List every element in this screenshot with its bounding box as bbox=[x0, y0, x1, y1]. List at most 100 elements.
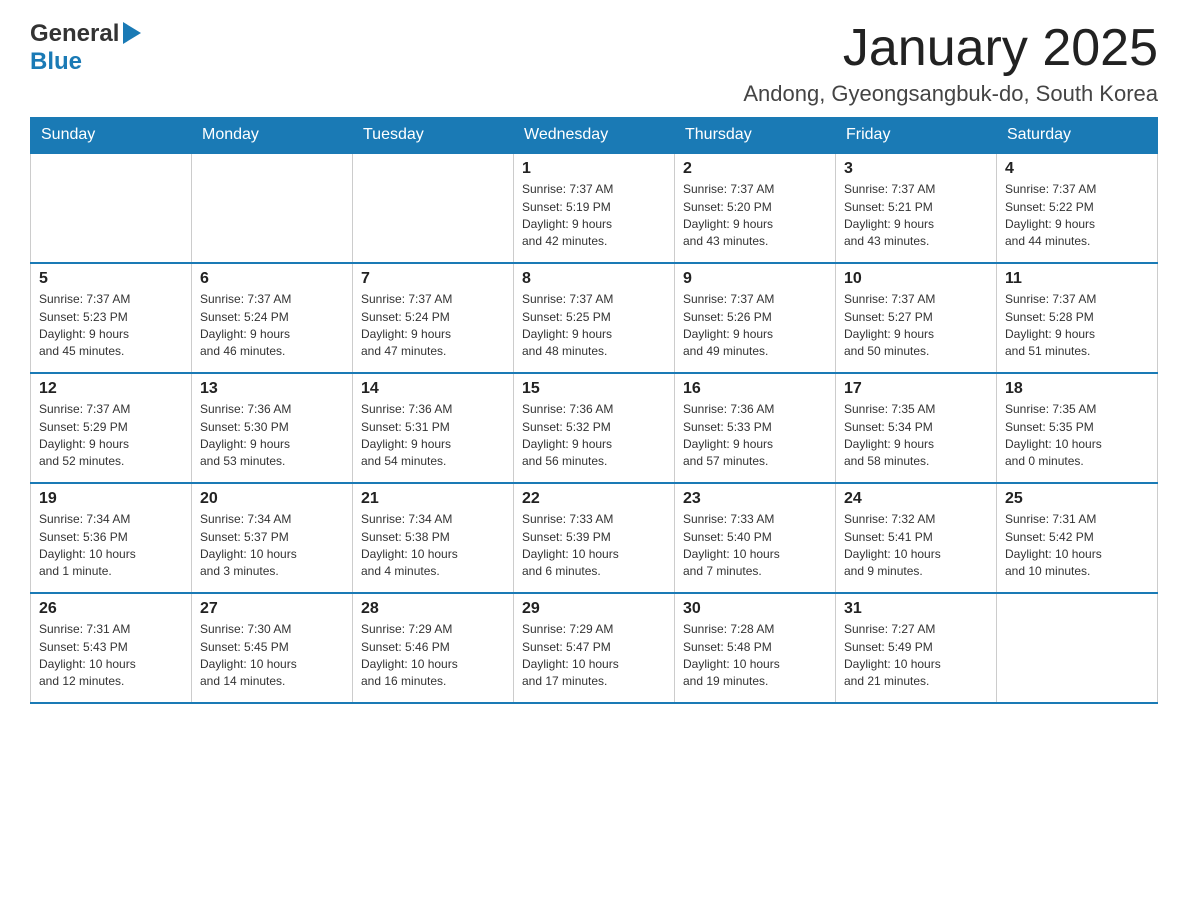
day-info: Sunrise: 7:34 AM Sunset: 5:36 PM Dayligh… bbox=[39, 511, 183, 581]
day-info: Sunrise: 7:34 AM Sunset: 5:37 PM Dayligh… bbox=[200, 511, 344, 581]
day-number: 16 bbox=[683, 380, 827, 398]
day-of-week-header: Sunday bbox=[31, 118, 192, 154]
title-section: January 2025 Andong, Gyeongsangbuk-do, S… bbox=[743, 20, 1158, 107]
day-info: Sunrise: 7:36 AM Sunset: 5:30 PM Dayligh… bbox=[200, 401, 344, 471]
calendar-table: SundayMondayTuesdayWednesdayThursdayFrid… bbox=[30, 117, 1158, 704]
day-number: 27 bbox=[200, 600, 344, 618]
logo-text-general: General bbox=[30, 20, 119, 48]
day-info: Sunrise: 7:30 AM Sunset: 5:45 PM Dayligh… bbox=[200, 621, 344, 691]
day-number: 30 bbox=[683, 600, 827, 618]
day-info: Sunrise: 7:36 AM Sunset: 5:33 PM Dayligh… bbox=[683, 401, 827, 471]
calendar-day-cell: 10 Sunrise: 7:37 AM Sunset: 5:27 PM Dayli… bbox=[836, 263, 997, 373]
calendar-week-row: 12Sunrise: 7:37 AM Sunset: 5:29 PM Dayli… bbox=[31, 373, 1158, 483]
day-info: Sunrise: 7:35 AM Sunset: 5:34 PM Dayligh… bbox=[844, 401, 988, 471]
day-number: 28 bbox=[361, 600, 505, 618]
day-info: Sunrise: 7:33 AM Sunset: 5:39 PM Dayligh… bbox=[522, 511, 666, 581]
day-number: 15 bbox=[522, 380, 666, 398]
day-info: Sunrise: 7:31 AM Sunset: 5:43 PM Dayligh… bbox=[39, 621, 183, 691]
day-number: 19 bbox=[39, 490, 183, 508]
day-info: Sunrise: 7:37 AM Sunset: 5:27 PM Dayligh… bbox=[844, 291, 988, 361]
day-number: 7 bbox=[361, 270, 505, 288]
day-number: 6 bbox=[200, 270, 344, 288]
day-info: Sunrise: 7:31 AM Sunset: 5:42 PM Dayligh… bbox=[1005, 511, 1149, 581]
calendar-day-cell: 2 Sunrise: 7:37 AM Sunset: 5:20 PM Daylig… bbox=[675, 153, 836, 263]
day-number: 29 bbox=[522, 600, 666, 618]
day-info: Sunrise: 7:33 AM Sunset: 5:40 PM Dayligh… bbox=[683, 511, 827, 581]
calendar-day-cell: 26 Sunrise: 7:31 AM Sunset: 5:43 PM Dayli… bbox=[31, 593, 192, 703]
day-number: 26 bbox=[39, 600, 183, 618]
day-of-week-header: Thursday bbox=[675, 118, 836, 154]
logo: General Blue bbox=[30, 20, 141, 76]
day-number: 8 bbox=[522, 270, 666, 288]
day-number: 13 bbox=[200, 380, 344, 398]
calendar-day-cell: 11Sunrise: 7:37 AM Sunset: 5:28 PM Dayli… bbox=[997, 263, 1158, 373]
day-info: Sunrise: 7:37 AM Sunset: 5:19 PM Dayligh… bbox=[522, 181, 666, 251]
calendar-day-cell: 18Sunrise: 7:35 AM Sunset: 5:35 PM Dayli… bbox=[997, 373, 1158, 483]
day-info: Sunrise: 7:37 AM Sunset: 5:29 PM Dayligh… bbox=[39, 401, 183, 471]
day-number: 22 bbox=[522, 490, 666, 508]
calendar-day-cell: 14 Sunrise: 7:36 AM Sunset: 5:31 PM Dayli… bbox=[353, 373, 514, 483]
calendar-day-cell: 29Sunrise: 7:29 AM Sunset: 5:47 PM Dayli… bbox=[514, 593, 675, 703]
calendar-day-cell bbox=[31, 153, 192, 263]
day-number: 31 bbox=[844, 600, 988, 618]
page-header: General Blue January 2025 Andong, Gyeong… bbox=[30, 20, 1158, 107]
calendar-day-cell: 15 Sunrise: 7:36 AM Sunset: 5:32 PM Dayli… bbox=[514, 373, 675, 483]
day-number: 5 bbox=[39, 270, 183, 288]
day-of-week-header: Wednesday bbox=[514, 118, 675, 154]
day-number: 17 bbox=[844, 380, 988, 398]
day-number: 14 bbox=[361, 380, 505, 398]
day-info: Sunrise: 7:37 AM Sunset: 5:20 PM Dayligh… bbox=[683, 181, 827, 251]
calendar-day-cell: 20Sunrise: 7:34 AM Sunset: 5:37 PM Dayli… bbox=[192, 483, 353, 593]
calendar-day-cell: 31Sunrise: 7:27 AM Sunset: 5:49 PM Dayli… bbox=[836, 593, 997, 703]
day-of-week-header: Saturday bbox=[997, 118, 1158, 154]
calendar-header-row: SundayMondayTuesdayWednesdayThursdayFrid… bbox=[31, 118, 1158, 154]
calendar-day-cell: 13 Sunrise: 7:36 AM Sunset: 5:30 PM Dayli… bbox=[192, 373, 353, 483]
calendar-day-cell: 16 Sunrise: 7:36 AM Sunset: 5:33 PM Dayli… bbox=[675, 373, 836, 483]
day-number: 25 bbox=[1005, 490, 1149, 508]
day-info: Sunrise: 7:37 AM Sunset: 5:22 PM Dayligh… bbox=[1005, 181, 1149, 251]
calendar-day-cell bbox=[997, 593, 1158, 703]
logo-text-blue: Blue bbox=[30, 48, 82, 75]
day-number: 21 bbox=[361, 490, 505, 508]
day-info: Sunrise: 7:37 AM Sunset: 5:21 PM Dayligh… bbox=[844, 181, 988, 251]
day-number: 9 bbox=[683, 270, 827, 288]
day-number: 23 bbox=[683, 490, 827, 508]
calendar-day-cell: 9 Sunrise: 7:37 AM Sunset: 5:26 PM Daylig… bbox=[675, 263, 836, 373]
day-number: 10 bbox=[844, 270, 988, 288]
day-info: Sunrise: 7:37 AM Sunset: 5:28 PM Dayligh… bbox=[1005, 291, 1149, 361]
calendar-week-row: 5 Sunrise: 7:37 AM Sunset: 5:23 PM Daylig… bbox=[31, 263, 1158, 373]
calendar-week-row: 26 Sunrise: 7:31 AM Sunset: 5:43 PM Dayli… bbox=[31, 593, 1158, 703]
day-number: 1 bbox=[522, 160, 666, 178]
day-number: 24 bbox=[844, 490, 988, 508]
calendar-day-cell: 27 Sunrise: 7:30 AM Sunset: 5:45 PM Dayli… bbox=[192, 593, 353, 703]
day-info: Sunrise: 7:36 AM Sunset: 5:32 PM Dayligh… bbox=[522, 401, 666, 471]
calendar-day-cell: 23 Sunrise: 7:33 AM Sunset: 5:40 PM Dayli… bbox=[675, 483, 836, 593]
calendar-day-cell: 8 Sunrise: 7:37 AM Sunset: 5:25 PM Daylig… bbox=[514, 263, 675, 373]
day-number: 4 bbox=[1005, 160, 1149, 178]
calendar-week-row: 19 Sunrise: 7:34 AM Sunset: 5:36 PM Dayli… bbox=[31, 483, 1158, 593]
calendar-day-cell: 3 Sunrise: 7:37 AM Sunset: 5:21 PM Daylig… bbox=[836, 153, 997, 263]
day-number: 18 bbox=[1005, 380, 1149, 398]
day-info: Sunrise: 7:37 AM Sunset: 5:24 PM Dayligh… bbox=[361, 291, 505, 361]
page-title: January 2025 bbox=[743, 20, 1158, 77]
day-of-week-header: Tuesday bbox=[353, 118, 514, 154]
page-subtitle: Andong, Gyeongsangbuk-do, South Korea bbox=[743, 81, 1158, 107]
day-number: 3 bbox=[844, 160, 988, 178]
day-info: Sunrise: 7:36 AM Sunset: 5:31 PM Dayligh… bbox=[361, 401, 505, 471]
day-number: 2 bbox=[683, 160, 827, 178]
day-info: Sunrise: 7:29 AM Sunset: 5:46 PM Dayligh… bbox=[361, 621, 505, 691]
day-info: Sunrise: 7:37 AM Sunset: 5:24 PM Dayligh… bbox=[200, 291, 344, 361]
calendar-week-row: 1 Sunrise: 7:37 AM Sunset: 5:19 PM Daylig… bbox=[31, 153, 1158, 263]
calendar-day-cell: 6 Sunrise: 7:37 AM Sunset: 5:24 PM Daylig… bbox=[192, 263, 353, 373]
calendar-day-cell: 22 Sunrise: 7:33 AM Sunset: 5:39 PM Dayli… bbox=[514, 483, 675, 593]
calendar-day-cell: 1 Sunrise: 7:37 AM Sunset: 5:19 PM Daylig… bbox=[514, 153, 675, 263]
day-of-week-header: Monday bbox=[192, 118, 353, 154]
day-info: Sunrise: 7:32 AM Sunset: 5:41 PM Dayligh… bbox=[844, 511, 988, 581]
calendar-day-cell: 21Sunrise: 7:34 AM Sunset: 5:38 PM Dayli… bbox=[353, 483, 514, 593]
day-info: Sunrise: 7:28 AM Sunset: 5:48 PM Dayligh… bbox=[683, 621, 827, 691]
day-info: Sunrise: 7:37 AM Sunset: 5:26 PM Dayligh… bbox=[683, 291, 827, 361]
day-info: Sunrise: 7:37 AM Sunset: 5:23 PM Dayligh… bbox=[39, 291, 183, 361]
calendar-day-cell: 19 Sunrise: 7:34 AM Sunset: 5:36 PM Dayli… bbox=[31, 483, 192, 593]
calendar-day-cell: 5 Sunrise: 7:37 AM Sunset: 5:23 PM Daylig… bbox=[31, 263, 192, 373]
day-info: Sunrise: 7:37 AM Sunset: 5:25 PM Dayligh… bbox=[522, 291, 666, 361]
